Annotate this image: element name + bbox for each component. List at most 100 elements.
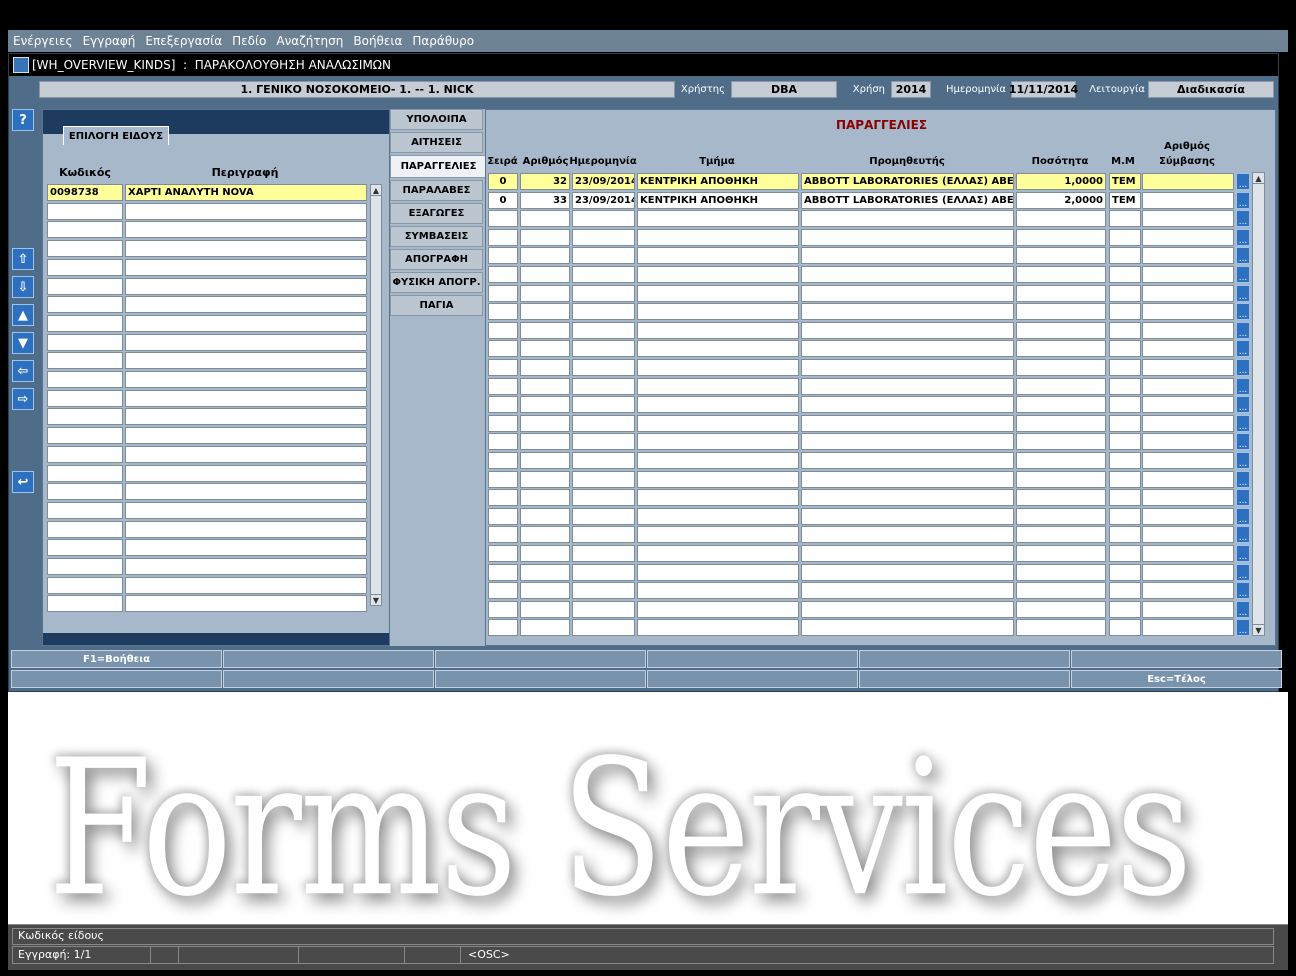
order-dept-cell[interactable] bbox=[637, 526, 799, 544]
order-seq-cell[interactable] bbox=[488, 359, 518, 376]
order-qty-cell[interactable] bbox=[1016, 396, 1106, 414]
order-qty-cell[interactable] bbox=[1016, 228, 1106, 246]
function-key[interactable] bbox=[435, 650, 646, 668]
order-dept-cell[interactable]: ΚΕΝΤΡΙΚΗ ΑΠΟΘΗΚΗ bbox=[637, 191, 799, 209]
item-code-cell[interactable] bbox=[47, 221, 123, 239]
order-date-cell[interactable] bbox=[572, 563, 635, 581]
tab-3[interactable]: ΠΑΡΑΛΑΒΕΣ bbox=[390, 180, 483, 201]
order-seq-cell[interactable] bbox=[488, 210, 518, 228]
order-date-cell[interactable] bbox=[572, 526, 635, 544]
order-qty-cell[interactable] bbox=[1016, 414, 1106, 432]
order-dept-cell[interactable] bbox=[637, 545, 799, 562]
order-contract-cell[interactable] bbox=[1142, 545, 1234, 562]
item-description-cell[interactable] bbox=[125, 408, 367, 426]
item-code-cell[interactable] bbox=[47, 240, 123, 258]
tab-5[interactable]: ΣΥΜΒΑΣΕΙΣ bbox=[390, 226, 483, 247]
tab-1[interactable]: ΑΙΤΗΣΕΙΣ bbox=[390, 132, 483, 153]
lov-button[interactable]: ... bbox=[1236, 433, 1250, 451]
order-contract-cell[interactable] bbox=[1142, 433, 1234, 451]
item-code-cell[interactable] bbox=[47, 483, 123, 501]
order-number-cell[interactable] bbox=[520, 321, 570, 339]
order-dept-cell[interactable] bbox=[637, 359, 799, 376]
order-seq-cell[interactable] bbox=[488, 489, 518, 507]
order-qty-cell[interactable] bbox=[1016, 266, 1106, 283]
order-contract-cell[interactable] bbox=[1142, 247, 1234, 265]
function-key[interactable] bbox=[435, 670, 646, 688]
item-description-cell[interactable] bbox=[125, 221, 367, 239]
order-seq-cell[interactable] bbox=[488, 433, 518, 451]
order-date-cell[interactable] bbox=[572, 600, 635, 618]
menu-edit[interactable]: Επεξεργασία bbox=[140, 34, 227, 48]
lov-button[interactable]: ... bbox=[1236, 452, 1250, 469]
order-contract-cell[interactable] bbox=[1142, 507, 1234, 525]
order-seq-cell[interactable] bbox=[488, 600, 518, 618]
item-code-cell[interactable] bbox=[47, 296, 123, 314]
order-qty-cell[interactable] bbox=[1016, 526, 1106, 544]
order-number-cell[interactable] bbox=[520, 452, 570, 469]
order-date-cell[interactable] bbox=[572, 414, 635, 432]
order-dept-cell[interactable] bbox=[637, 340, 799, 358]
order-qty-cell[interactable] bbox=[1016, 247, 1106, 265]
last-record-button[interactable]: ⇩ bbox=[12, 276, 34, 298]
item-code-cell[interactable] bbox=[47, 352, 123, 370]
order-unit-cell[interactable] bbox=[1109, 619, 1141, 637]
order-supplier-cell[interactable]: ABBOTT LABORATORIES (ΕΛΛΑΣ) ΑΒΕΕ bbox=[801, 173, 1014, 190]
order-supplier-cell[interactable] bbox=[801, 284, 1014, 302]
order-dept-cell[interactable] bbox=[637, 266, 799, 283]
order-date-cell[interactable] bbox=[572, 359, 635, 376]
order-unit-cell[interactable] bbox=[1109, 582, 1141, 600]
order-number-cell[interactable] bbox=[520, 433, 570, 451]
item-code-cell[interactable]: 0098738 bbox=[47, 184, 123, 201]
item-description-cell[interactable] bbox=[125, 333, 367, 351]
order-seq-cell[interactable] bbox=[488, 545, 518, 562]
order-seq-cell[interactable] bbox=[488, 396, 518, 414]
item-description-cell[interactable] bbox=[125, 371, 367, 388]
order-seq-cell[interactable] bbox=[488, 377, 518, 395]
lov-button[interactable]: ... bbox=[1236, 396, 1250, 414]
order-dept-cell[interactable] bbox=[637, 600, 799, 618]
order-seq-cell[interactable]: 0 bbox=[488, 191, 518, 209]
order-unit-cell[interactable] bbox=[1109, 452, 1141, 469]
order-number-cell[interactable] bbox=[520, 266, 570, 283]
order-number-cell[interactable] bbox=[520, 396, 570, 414]
order-unit-cell[interactable] bbox=[1109, 563, 1141, 581]
item-code-cell[interactable] bbox=[47, 333, 123, 351]
lov-button[interactable]: ... bbox=[1236, 470, 1250, 488]
order-qty-cell[interactable] bbox=[1016, 600, 1106, 618]
menu-field[interactable]: Πεδίο bbox=[227, 34, 271, 48]
order-dept-cell[interactable] bbox=[637, 377, 799, 395]
lov-button[interactable]: ... bbox=[1236, 377, 1250, 395]
order-date-cell[interactable] bbox=[572, 284, 635, 302]
order-qty-cell[interactable]: 2,0000 bbox=[1016, 191, 1106, 209]
order-dept-cell[interactable] bbox=[637, 303, 799, 321]
order-contract-cell[interactable] bbox=[1142, 340, 1234, 358]
order-contract-cell[interactable] bbox=[1142, 173, 1234, 190]
order-seq-cell[interactable] bbox=[488, 507, 518, 525]
order-supplier-cell[interactable] bbox=[801, 377, 1014, 395]
item-description-cell[interactable] bbox=[125, 202, 367, 220]
item-code-cell[interactable] bbox=[47, 427, 123, 445]
order-unit-cell[interactable] bbox=[1109, 228, 1141, 246]
item-code-cell[interactable] bbox=[47, 314, 123, 332]
order-seq-cell[interactable] bbox=[488, 563, 518, 581]
order-unit-cell[interactable] bbox=[1109, 359, 1141, 376]
order-seq-cell[interactable] bbox=[488, 247, 518, 265]
order-seq-cell[interactable] bbox=[488, 582, 518, 600]
function-key[interactable]: F1=Βοήθεια bbox=[11, 650, 222, 668]
function-key[interactable] bbox=[647, 670, 858, 688]
order-date-cell[interactable] bbox=[572, 582, 635, 600]
scroll-down-button[interactable]: ▼ bbox=[370, 594, 382, 606]
item-code-cell[interactable] bbox=[47, 371, 123, 388]
order-date-cell[interactable] bbox=[572, 303, 635, 321]
order-dept-cell[interactable] bbox=[637, 396, 799, 414]
order-dept-cell[interactable] bbox=[637, 210, 799, 228]
next-record-button[interactable]: ▼ bbox=[12, 332, 34, 354]
order-supplier-cell[interactable] bbox=[801, 414, 1014, 432]
order-dept-cell[interactable] bbox=[637, 452, 799, 469]
order-number-cell[interactable] bbox=[520, 228, 570, 246]
lov-button[interactable]: ... bbox=[1236, 210, 1250, 228]
item-description-cell[interactable] bbox=[125, 296, 367, 314]
order-qty-cell[interactable] bbox=[1016, 619, 1106, 637]
scroll-up-button[interactable]: ▲ bbox=[370, 184, 382, 196]
order-qty-cell[interactable] bbox=[1016, 303, 1106, 321]
